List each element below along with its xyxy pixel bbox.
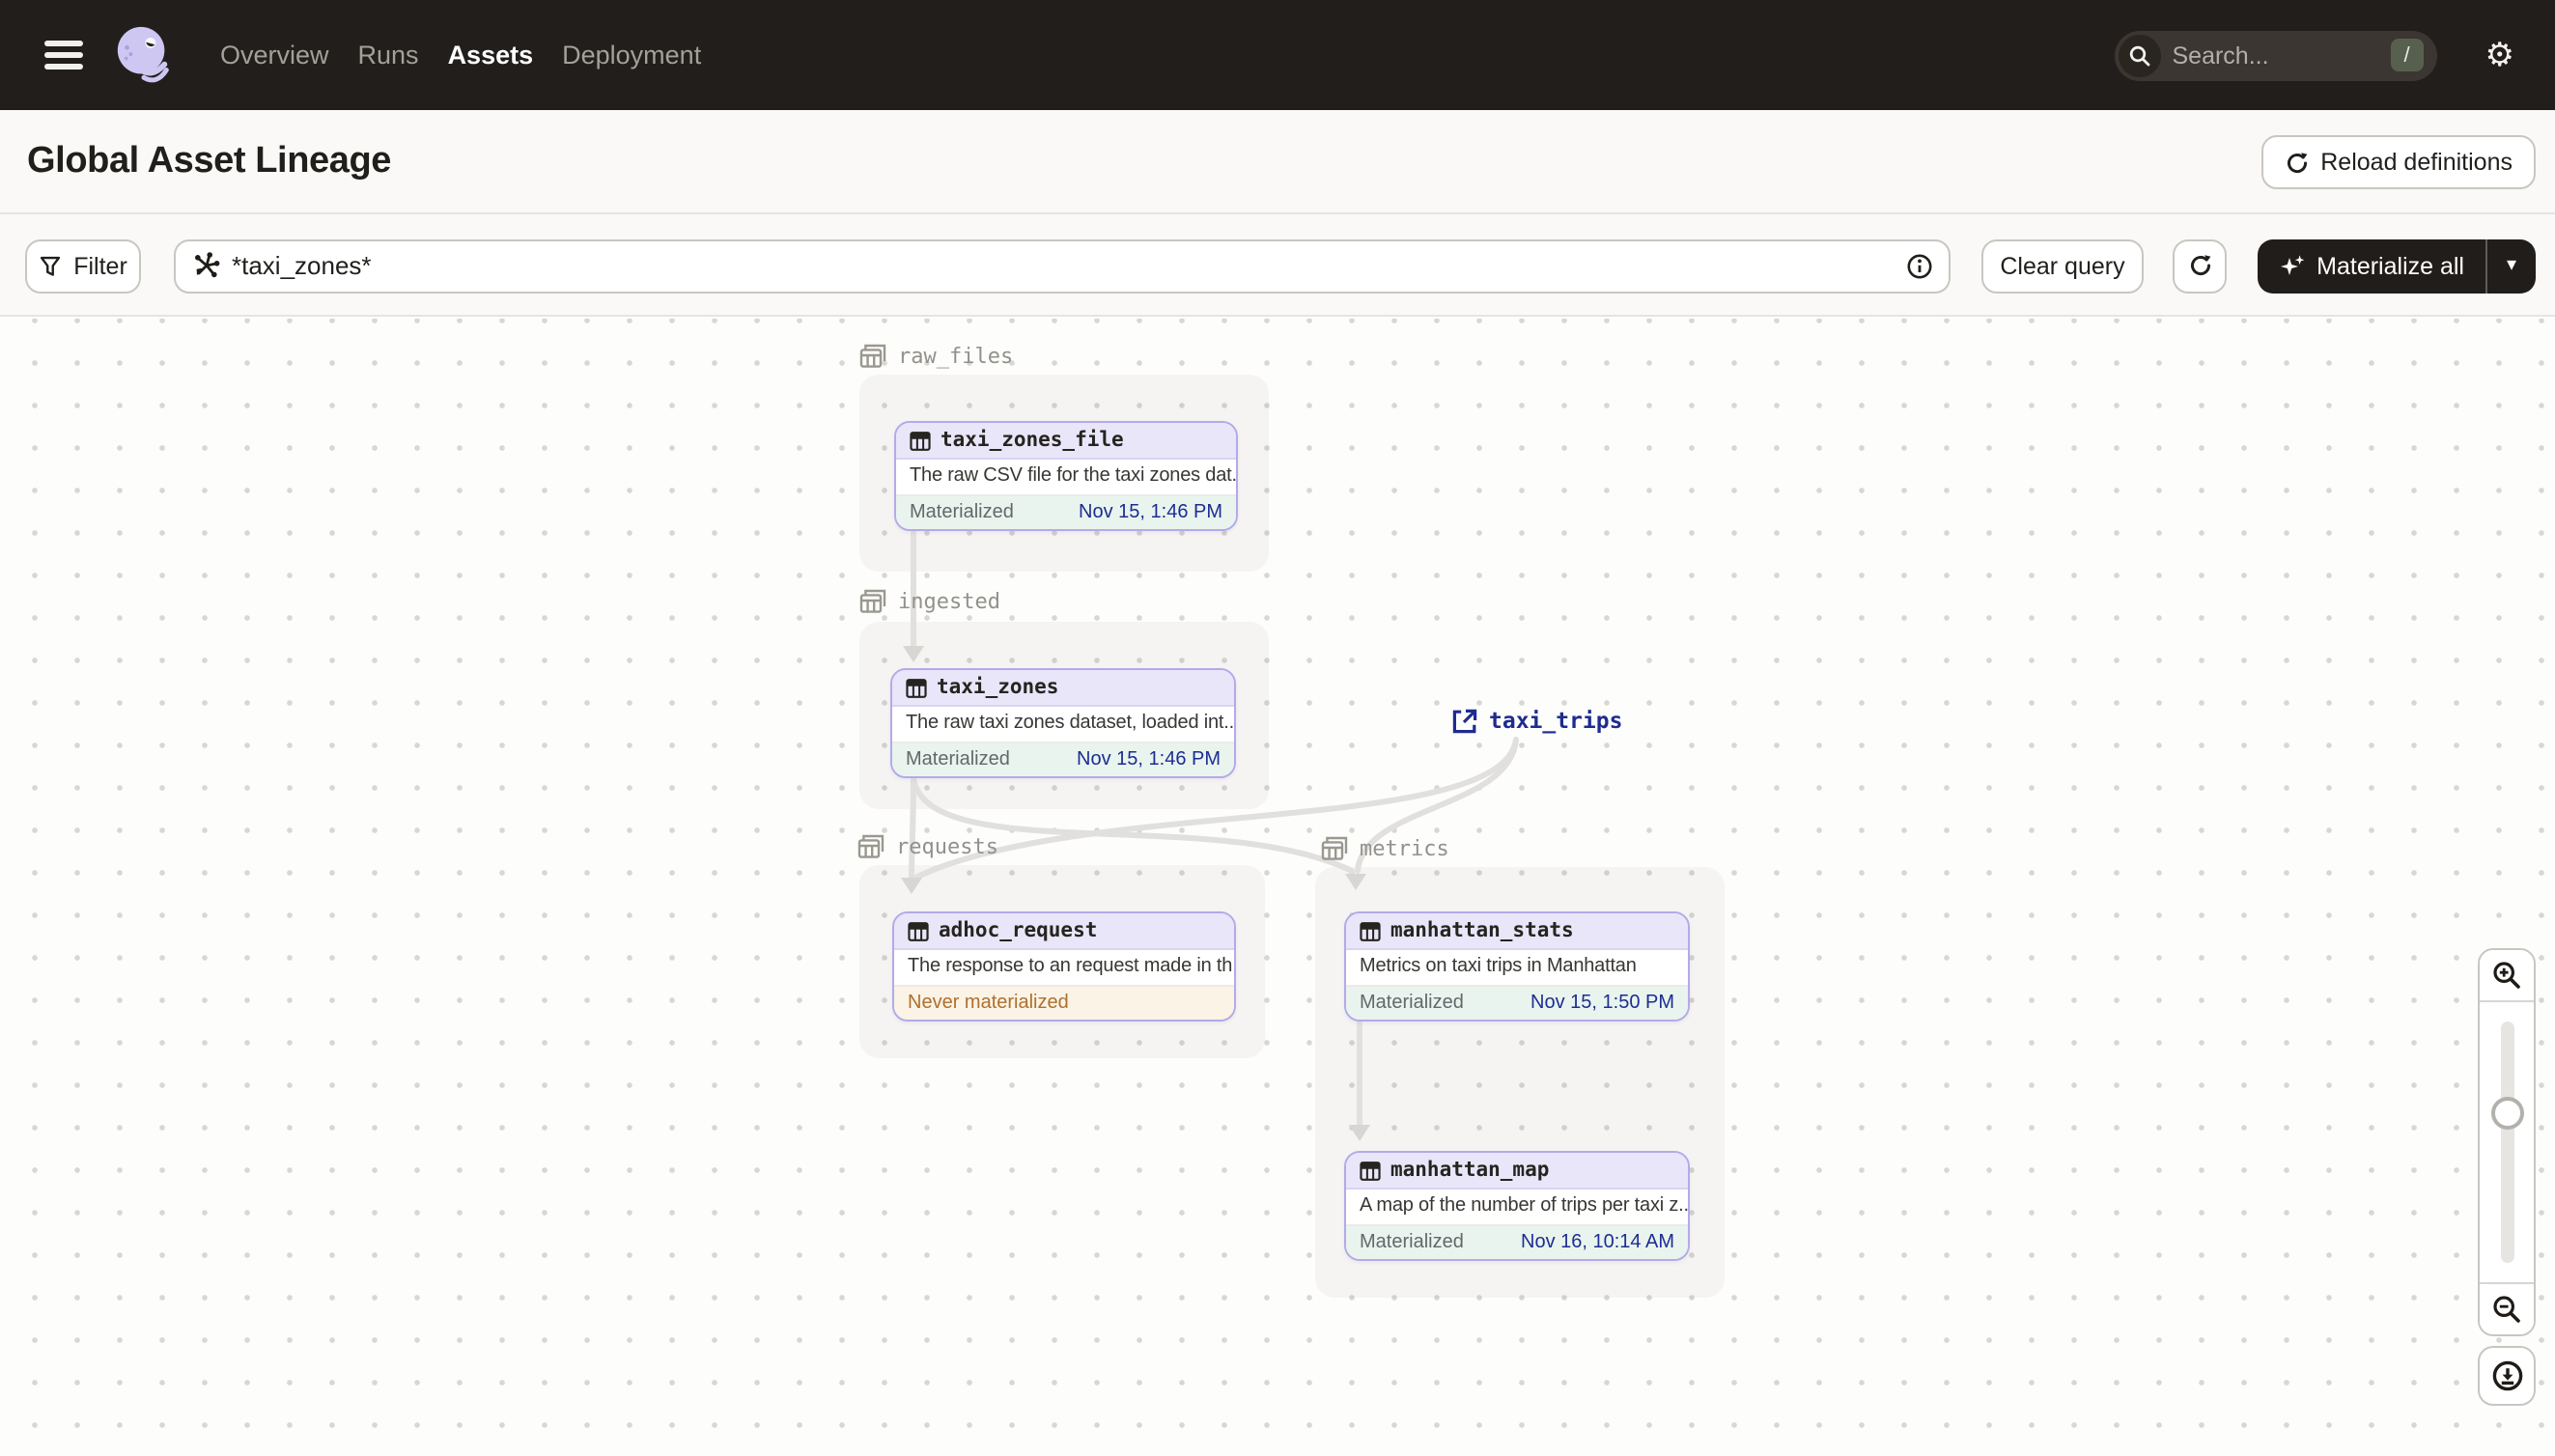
- nav-links: Overview Runs Assets Deployment: [220, 29, 701, 81]
- group-name: ingested: [898, 589, 1000, 614]
- table-icon: [1360, 921, 1381, 940]
- nav-item-runs[interactable]: Runs: [358, 29, 419, 81]
- asset-node-manhattan-map[interactable]: manhattan_map A map of the number of tri…: [1344, 1151, 1690, 1261]
- reload-icon: [2287, 152, 2307, 173]
- zoom-in-button[interactable]: [2480, 950, 2534, 1002]
- refresh-icon: [2190, 255, 2210, 276]
- edge-taxi-zones-to-adhoc-request: [909, 775, 916, 882]
- group-name: requests: [896, 834, 998, 859]
- search-shortcut-badge: /: [2390, 39, 2424, 71]
- sparkles-icon: [2280, 254, 2304, 274]
- page-title: Global Asset Lineage: [27, 140, 392, 181]
- clear-query-button[interactable]: Clear query: [1981, 238, 2144, 293]
- materialize-all-split-button: Materialize all ▾: [2257, 238, 2536, 293]
- status-timestamp[interactable]: Nov 15, 1:46 PM: [1079, 502, 1222, 523]
- zoom-out-button[interactable]: [2480, 1282, 2534, 1334]
- nav-item-deployment[interactable]: Deployment: [562, 29, 701, 81]
- nav-item-overview[interactable]: Overview: [220, 29, 329, 81]
- global-search[interactable]: /: [2114, 30, 2437, 80]
- page-header: Global Asset Lineage Reload definitions: [0, 110, 2555, 214]
- asset-node-manhattan-stats[interactable]: manhattan_stats Metrics on taxi trips in…: [1344, 911, 1690, 1022]
- group-tables-icon: [859, 344, 886, 368]
- asset-description: The raw taxi zones dataset, loaded int..…: [892, 707, 1234, 742]
- group-label-requests[interactable]: requests: [857, 834, 998, 859]
- group-label-ingested[interactable]: ingested: [859, 589, 1000, 614]
- zoom-controls: [2478, 948, 2536, 1336]
- asset-name: taxi_zones: [937, 676, 1059, 699]
- hamburger-menu-icon[interactable]: [44, 41, 83, 70]
- status-timestamp[interactable]: Nov 15, 1:50 PM: [1530, 993, 1674, 1014]
- asset-description: The response to an request made in th...: [894, 950, 1234, 986]
- filter-label: Filter: [73, 252, 127, 279]
- zoom-slider-track[interactable]: [2501, 1022, 2514, 1263]
- materialize-dropdown-caret[interactable]: ▾: [2485, 238, 2536, 293]
- lineage-edges: [901, 530, 1519, 1141]
- asset-description: A map of the number of trips per taxi z.…: [1346, 1190, 1688, 1225]
- filter-funnel-icon: [41, 255, 61, 275]
- asset-name: manhattan_stats: [1390, 919, 1574, 942]
- clear-query-label: Clear query: [2000, 252, 2125, 279]
- dagster-app: Overview Runs Assets Deployment / ⚙ Glob…: [0, 0, 2555, 1456]
- filter-button[interactable]: Filter: [25, 238, 141, 293]
- external-asset-taxi-trips[interactable]: taxi_trips: [1452, 707, 1623, 734]
- group-name: raw_files: [898, 344, 1014, 369]
- asset-node-taxi-zones-file[interactable]: taxi_zones_file The raw CSV file for the…: [894, 421, 1238, 531]
- asset-node-taxi-zones[interactable]: taxi_zones The raw taxi zones dataset, l…: [890, 668, 1236, 778]
- refresh-button[interactable]: [2173, 238, 2227, 293]
- table-icon: [908, 921, 929, 940]
- zoom-to-fit-button[interactable]: [2478, 1346, 2536, 1406]
- status-label: Materialized: [906, 748, 1010, 770]
- group-label-metrics[interactable]: metrics: [1321, 836, 1449, 861]
- table-icon: [1360, 1161, 1381, 1180]
- download-center-icon: [2491, 1360, 2522, 1391]
- asset-name: manhattan_map: [1390, 1159, 1550, 1182]
- asset-name: taxi_zones_file: [941, 429, 1124, 452]
- reload-definitions-button[interactable]: Reload definitions: [2260, 135, 2536, 189]
- zoom-out-icon: [2493, 1296, 2520, 1323]
- search-icon: [2118, 34, 2161, 76]
- status-label: Materialized: [1360, 1231, 1464, 1253]
- external-link-icon: [1452, 708, 1477, 733]
- status-label: Never materialized: [908, 992, 1069, 1014]
- settings-gear-icon[interactable]: ⚙: [2485, 39, 2515, 71]
- status-timestamp[interactable]: Nov 15, 1:46 PM: [1077, 749, 1221, 770]
- group-tables-icon: [857, 834, 884, 858]
- reload-definitions-label: Reload definitions: [2320, 149, 2513, 176]
- asset-query-input[interactable]: [232, 251, 1906, 280]
- table-icon: [910, 431, 931, 450]
- zoom-in-icon: [2493, 962, 2520, 989]
- zoom-slider-handle[interactable]: [2491, 1097, 2524, 1130]
- query-info-icon[interactable]: [1906, 252, 1933, 279]
- materialize-all-button[interactable]: Materialize all: [2257, 238, 2485, 293]
- graph-query-icon: [195, 252, 220, 278]
- lineage-canvas[interactable]: raw_files ingested requests metrics taxi…: [0, 319, 2555, 1456]
- top-nav: Overview Runs Assets Deployment / ⚙: [0, 0, 2555, 110]
- nav-item-assets[interactable]: Assets: [448, 29, 534, 81]
- asset-description: Metrics on taxi trips in Manhattan: [1346, 950, 1688, 986]
- asset-query-box[interactable]: [174, 238, 1951, 293]
- asset-node-adhoc-request[interactable]: adhoc_request The response to an request…: [892, 911, 1236, 1022]
- group-tables-icon: [859, 589, 886, 613]
- search-input[interactable]: [2160, 42, 2391, 69]
- group-label-raw-files[interactable]: raw_files: [859, 344, 1013, 369]
- asset-description: The raw CSV file for the taxi zones dat.…: [896, 460, 1236, 495]
- lineage-toolbar: Filter Clear query: [0, 214, 2555, 317]
- group-tables-icon: [1321, 836, 1348, 860]
- asset-name: taxi_trips: [1489, 707, 1623, 734]
- status-label: Materialized: [910, 501, 1014, 523]
- dagster-logo-icon[interactable]: [112, 23, 176, 87]
- table-icon: [906, 678, 927, 697]
- status-timestamp[interactable]: Nov 16, 10:14 AM: [1521, 1232, 1674, 1253]
- materialize-all-label: Materialize all: [2316, 252, 2464, 279]
- status-label: Materialized: [1360, 992, 1464, 1014]
- asset-name: adhoc_request: [939, 919, 1098, 942]
- zoom-slider[interactable]: [2480, 1002, 2534, 1282]
- group-name: metrics: [1360, 836, 1449, 861]
